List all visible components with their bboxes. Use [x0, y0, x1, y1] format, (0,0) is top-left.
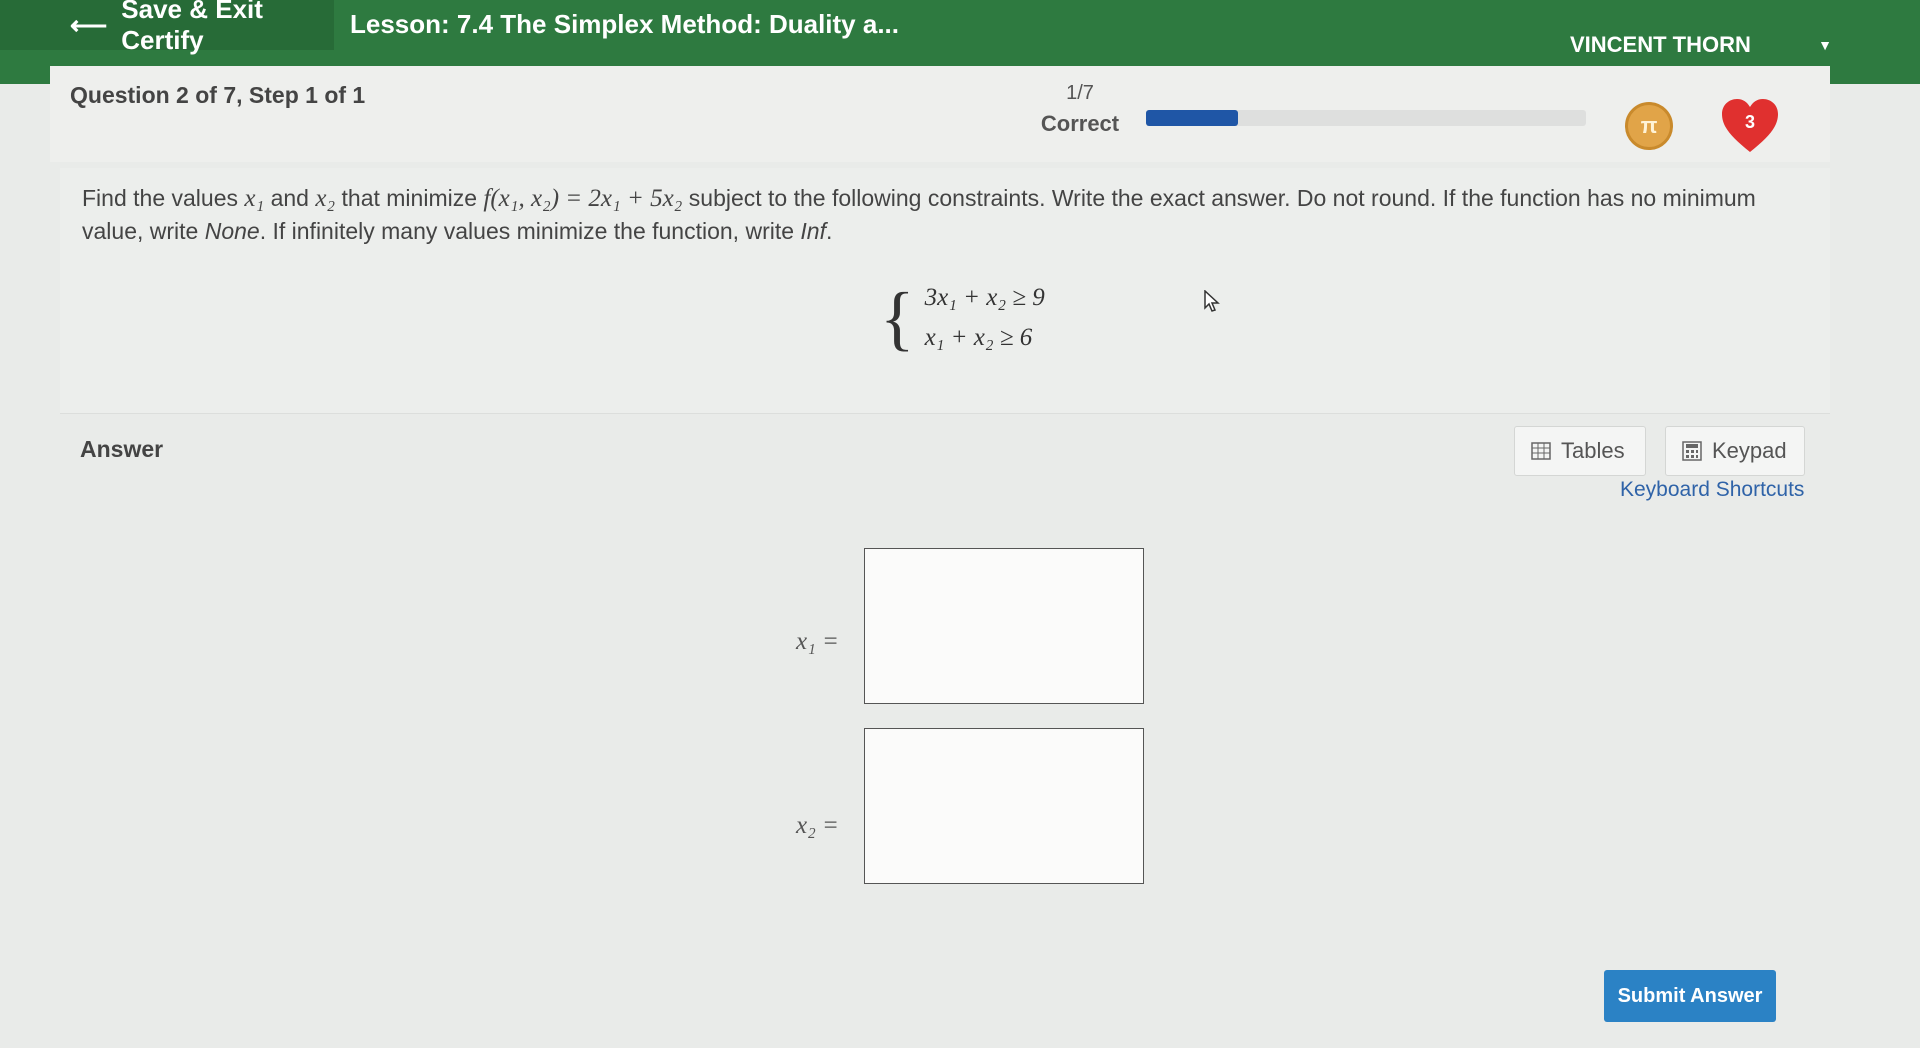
question-panel: Find the values x₁ and x₂ that minimize … — [60, 168, 1830, 414]
score-display: 1/7 Correct — [1010, 82, 1150, 137]
calculator-icon — [1682, 441, 1702, 461]
progress-bar-fill — [1146, 110, 1239, 126]
objective-function: f(x₁, x₂) = 2x₁ + 5x₂ — [483, 185, 683, 212]
brace-symbol: { — [880, 278, 915, 358]
x2-label: x₂ = — [796, 812, 839, 839]
save-exit-label: Save & Exit Certify — [121, 0, 263, 55]
user-name: VINCENT THORN — [1570, 32, 1751, 57]
var-x2: x₂ — [315, 185, 336, 212]
var-x1: x₁ — [244, 185, 265, 212]
score-fraction: 1/7 — [1066, 82, 1094, 104]
coin-icon[interactable]: π — [1625, 102, 1673, 150]
constraint-system: { 3x₁ + x₂ ≥ 9 x₁ + x₂ ≥ 6 — [880, 278, 1045, 358]
keyboard-shortcuts-link[interactable]: Keyboard Shortcuts — [1620, 478, 1804, 502]
inf-keyword: Inf — [800, 218, 826, 244]
x1-label: x₁ = — [796, 628, 839, 655]
user-menu[interactable]: VINCENT THORN ▼ — [1520, 22, 1850, 68]
constraint-1: 3x₁ + x₂ ≥ 9 — [924, 284, 1045, 311]
question-step-label: Question 2 of 7, Step 1 of 1 — [70, 82, 366, 108]
submit-answer-button[interactable]: Submit Answer — [1604, 970, 1776, 1022]
question-intro: Find the values — [82, 185, 238, 211]
save-exit-button[interactable]: ⟵ Save & Exit Certify — [0, 0, 334, 55]
keypad-label: Keypad — [1712, 438, 1787, 463]
question-that-minimize: that minimize — [341, 185, 477, 211]
tables-label: Tables — [1561, 438, 1625, 463]
hearts-count: 3 — [1744, 112, 1755, 132]
question-end: . — [826, 218, 833, 244]
table-icon — [1531, 442, 1551, 460]
question-rest-2: . If infinitely many values minimize the… — [259, 218, 795, 244]
status-row: Question 2 of 7, Step 1 of 1 1/7 Correct… — [50, 66, 1830, 162]
none-keyword: None — [204, 218, 260, 244]
score-state: Correct — [1040, 111, 1120, 136]
keypad-button[interactable]: Keypad — [1665, 426, 1805, 476]
progress-bar — [1146, 110, 1586, 126]
constraint-2: x₁ + x₂ ≥ 6 — [924, 324, 1033, 351]
answer-label: Answer — [80, 436, 164, 462]
back-arrow-icon: ⟵ — [70, 9, 108, 40]
x2-answer-input[interactable] — [864, 728, 1144, 884]
question-text: Find the values x₁ and x₂ that minimize … — [82, 182, 1782, 247]
question-and: and — [270, 185, 309, 211]
tables-button[interactable]: Tables — [1514, 426, 1646, 476]
chevron-down-icon: ▼ — [1818, 37, 1832, 53]
lesson-title: Lesson: 7.4 The Simplex Method: Duality … — [350, 9, 899, 39]
constraint-lines: 3x₁ + x₂ ≥ 9 x₁ + x₂ ≥ 6 — [925, 278, 1045, 358]
heart-icon[interactable]: 3 — [1720, 98, 1780, 154]
mouse-pointer-icon — [1204, 290, 1220, 312]
x1-answer-input[interactable] — [864, 548, 1144, 704]
